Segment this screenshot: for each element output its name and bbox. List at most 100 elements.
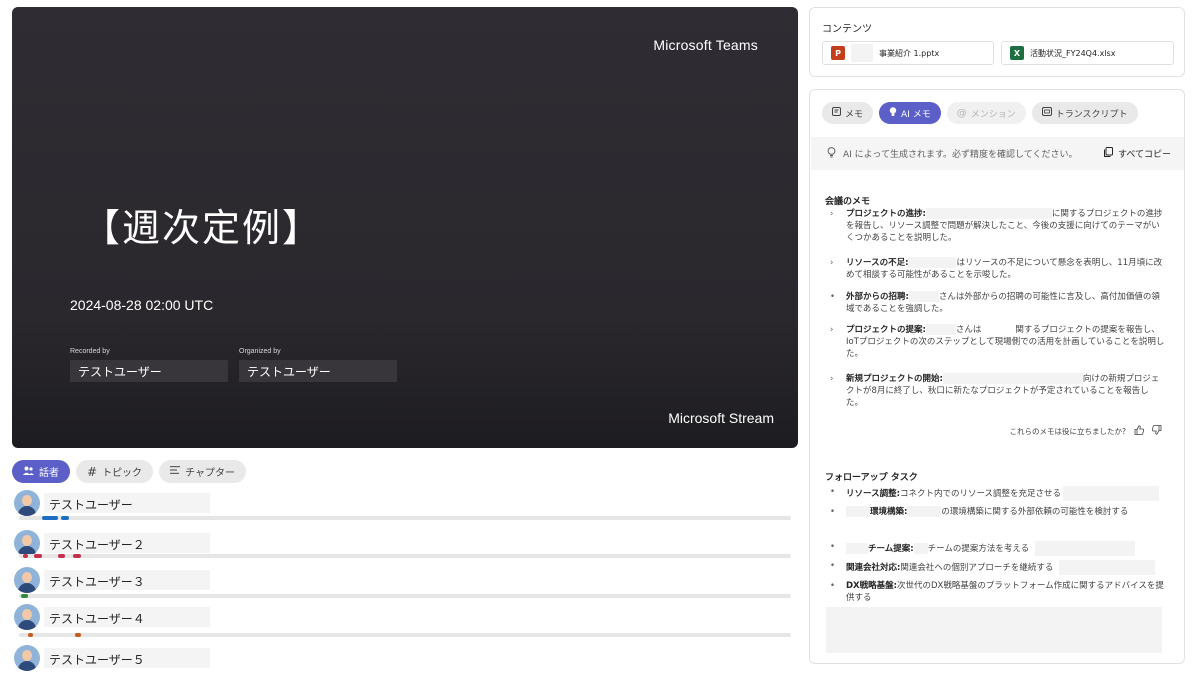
speaking-segment[interactable] (57, 554, 66, 558)
chevron-right-icon[interactable]: › (830, 324, 833, 336)
redacted-block (846, 543, 868, 554)
tab-topics[interactable]: # トピック (76, 460, 154, 483)
organized-by: Organized by テストユーザー (239, 348, 397, 382)
recorded-by: Recorded by テストユーザー (70, 348, 228, 382)
followup-text: 関連会社への個別アプローチを継続する (900, 563, 1054, 573)
ai-disclaimer: AI によって生成されます。必ず精度を確認してください。 (843, 150, 1078, 160)
tab-chapters[interactable]: チャプター (159, 460, 246, 483)
note-icon (832, 107, 841, 119)
speaker-timeline[interactable] (19, 633, 791, 637)
note-head: 外部からの招聘: (846, 292, 909, 302)
feedback-question: これらのメモは役に立ちましたか? (1009, 426, 1126, 436)
speaking-segment[interactable] (28, 633, 33, 637)
tab-chapters-label: チャプター (185, 468, 235, 479)
organized-by-label: Organized by (239, 348, 281, 355)
speaker-timeline[interactable] (19, 554, 791, 558)
speaking-segment[interactable] (34, 554, 43, 558)
teams-brand: Microsoft Teams (653, 37, 758, 53)
speaker-name: テストユーザー４ (44, 607, 210, 627)
avatar (14, 604, 40, 630)
avatar (14, 645, 40, 671)
speaker-timeline[interactable] (19, 594, 791, 598)
tab-speakers[interactable]: 話者 (12, 460, 70, 483)
speaker-name: テストユーザー２ (44, 533, 210, 553)
avatar (14, 567, 40, 593)
redacted-block (942, 373, 1083, 384)
followup-item: • DX戦略基盤:次世代のDX戦略基盤のプラットフォーム作成に関するアドバイスを… (830, 580, 1165, 604)
note-head: リソースの不足: (846, 258, 909, 268)
note-item: • 外部からの招聘: さんは外部からの招聘の可能性に言及し、高付加価値の領域である… (830, 291, 1165, 315)
followup-head: 関連会社対応: (846, 563, 901, 573)
notes-tabs: メモ AI メモ @ メンション トランスクリプト (822, 102, 1138, 124)
followup-item: • 環境構築: の環境構築に関する外部依頼の可能性を検討する (830, 506, 1165, 518)
meeting-title: 【週次定例】 (82, 206, 323, 250)
copy-all-button[interactable]: すべてコピー (1103, 147, 1171, 160)
redacted-block (908, 291, 939, 302)
tab-transcript[interactable]: トランスクリプト (1031, 102, 1138, 124)
note-item: › プロジェクトの提案: さんは 関するプロジェクトの提案を報告し、IoTプロジェ… (830, 324, 1165, 360)
redacted-block (925, 324, 956, 335)
note-head: プロジェクトの進捗: (846, 209, 926, 219)
speaker-view-tabs: 話者 # トピック チャプター (12, 460, 246, 483)
bullet-icon: • (830, 581, 836, 591)
file-item[interactable]: X 活動状況_FY24Q4.xlsx (1001, 41, 1174, 65)
contents-panel: コンテンツ P 事業紹介 1.pptx X 活動状況_FY24Q4.xlsx (809, 7, 1185, 77)
list-icon (170, 466, 181, 477)
organized-by-name: テストユーザー (239, 360, 397, 382)
bullet-icon: • (830, 561, 836, 571)
speaker-name: テストユーザー (44, 493, 210, 513)
chevron-right-icon[interactable]: › (830, 208, 833, 220)
note-head: プロジェクトの提案: (846, 325, 926, 335)
redacted-block (846, 506, 870, 517)
followup-head: DX戦略基盤: (846, 581, 898, 591)
thumbs-up-icon[interactable] (1134, 425, 1145, 437)
followup-text: チームの提案方法を考える (927, 544, 1030, 554)
video-player[interactable]: Microsoft Teams 【週次定例】 2024-08-28 02:00 … (12, 7, 798, 448)
bullet-icon: • (830, 487, 836, 497)
tab-ai-notes[interactable]: AI メモ (879, 102, 941, 124)
followup-head: リソース調整: (846, 489, 900, 499)
redacted-block (826, 607, 1162, 653)
speaking-segment[interactable] (61, 516, 70, 520)
transcript-icon (1041, 107, 1052, 119)
speaker-timeline[interactable] (19, 516, 791, 520)
notes-panel: メモ AI メモ @ メンション トランスクリプト AI によって生成されます。… (809, 89, 1185, 664)
tab-mentions[interactable]: @ メンション (946, 102, 1026, 124)
file-item[interactable]: P 事業紹介 1.pptx (822, 41, 994, 65)
note-item: › プロジェクトの進捗: に関するプロジェクトの進捗を報告し、リソース調整で問題が… (830, 208, 1165, 244)
hash-icon: # (87, 464, 98, 479)
ai-disclaimer-bar: AI によって生成されます。必ず精度を確認してください。 すべてコピー (811, 137, 1184, 170)
excel-icon: X (1010, 46, 1024, 60)
copy-all-label: すべてコピー (1117, 150, 1171, 160)
tab-mentions-label: メンション (970, 109, 1016, 120)
redacted-block (851, 44, 873, 62)
speaking-segment[interactable] (22, 554, 29, 558)
chevron-right-icon[interactable]: › (830, 257, 833, 269)
speaking-segment[interactable] (74, 633, 81, 637)
redacted-block (1063, 486, 1160, 501)
note-item: › 新規プロジェクトの開始: 向けの新規プロジェクトが8月に終了し、秋口に新たなプ… (830, 373, 1165, 409)
followup-item: • 関連会社対応:関連会社への個別アプローチを継続する (830, 560, 1165, 575)
tab-notes-label: メモ (845, 109, 864, 120)
feedback-row: これらのメモは役に立ちましたか? (1010, 425, 1162, 437)
bullet-icon: • (830, 507, 836, 517)
stream-brand: Microsoft Stream (668, 410, 774, 426)
bullet-icon: • (830, 542, 836, 552)
redacted-block (1035, 541, 1136, 556)
meeting-recap-page: Microsoft Teams 【週次定例】 2024-08-28 02:00 … (0, 0, 1200, 675)
speaking-segment[interactable] (42, 516, 58, 520)
tab-topics-label: トピック (102, 468, 143, 479)
file-name: 活動状況_FY24Q4.xlsx (1030, 48, 1116, 58)
powerpoint-icon: P (831, 46, 845, 60)
redacted-block (1059, 560, 1156, 575)
recorded-by-name: テストユーザー (70, 360, 228, 382)
note-item: › リソースの不足: はリソースの不足について懸念を表明し、11月頃に改めて相談す… (830, 257, 1165, 281)
redacted-block (913, 543, 928, 554)
chevron-right-icon[interactable]: › (830, 373, 833, 385)
lightbulb-icon (889, 106, 897, 120)
followup-head: 環境構築: (870, 507, 908, 517)
speaking-segment[interactable] (20, 594, 29, 598)
speaking-segment[interactable] (73, 554, 81, 558)
tab-notes[interactable]: メモ (822, 102, 874, 124)
thumbs-down-icon[interactable] (1151, 425, 1162, 437)
